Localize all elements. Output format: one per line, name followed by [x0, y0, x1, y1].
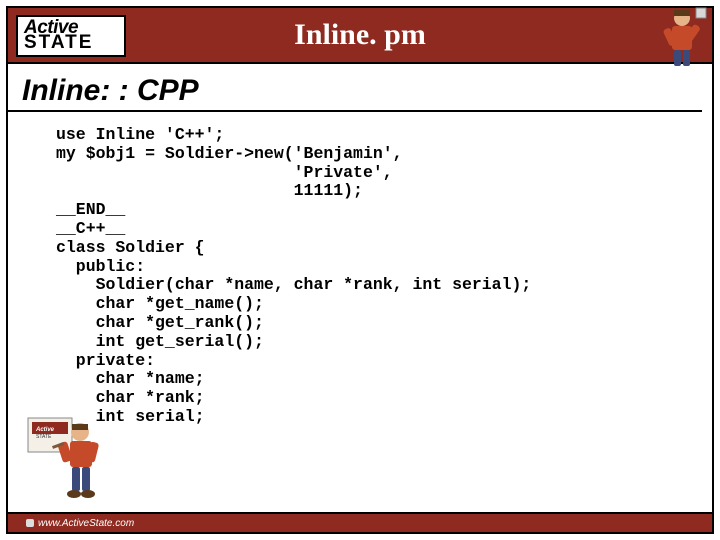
slide-subtitle: Inline: : CPP	[8, 64, 702, 112]
svg-text:STATE: STATE	[36, 434, 52, 440]
slide-frame: Active STATE Inline. pm Inline: : CPP us…	[6, 6, 714, 534]
mascot-bottom-icon: Active STATE	[22, 408, 108, 504]
code-block: use Inline 'C++'; my $obj1 = Soldier->ne…	[8, 112, 712, 446]
activestate-logo: Active STATE	[16, 15, 126, 57]
mascot-top-icon	[652, 4, 708, 68]
logo-line2: STATE	[24, 36, 93, 51]
footer-url: www.ActiveState.com	[26, 518, 134, 529]
footer-bar: www.ActiveState.com	[8, 512, 712, 532]
title-bar: Active STATE Inline. pm	[8, 8, 712, 64]
footer-url-text: www.ActiveState.com	[38, 518, 134, 529]
footer-bullet-icon	[26, 519, 34, 527]
svg-text:Active: Active	[35, 427, 55, 433]
